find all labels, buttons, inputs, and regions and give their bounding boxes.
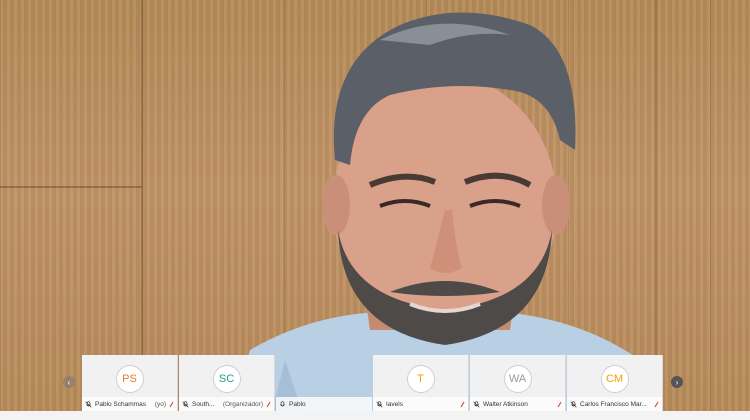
participant-name: Pablo — [289, 400, 306, 408]
participant-role: (yo) — [154, 400, 166, 408]
signal-icon — [266, 401, 271, 407]
mic-muted-icon — [85, 400, 92, 408]
participant-nameplate: Walter Atkinson — [470, 397, 565, 411]
avatar: SC — [212, 365, 241, 393]
participant-name: Walter Atkinson — [483, 400, 528, 408]
participant-nameplate: Pablo Schammas (yo) — [82, 397, 177, 411]
participant-tile[interactable]: T Iavels — [373, 355, 469, 411]
participant-name: Pablo Schammas — [95, 400, 146, 408]
previous-page-button[interactable]: ‹ — [63, 376, 75, 388]
signal-icon — [460, 401, 465, 407]
participant-tile[interactable]: WA Walter Atkinson — [470, 355, 566, 411]
avatar: CM — [600, 365, 629, 393]
avatar: WA — [503, 365, 532, 393]
participant-nameplate: Pablo — [276, 397, 372, 411]
mic-muted-icon — [570, 400, 577, 408]
participant-name: South... — [192, 400, 215, 408]
signal-icon — [557, 401, 562, 407]
participant-name: Carlos Francisco Mar... — [580, 400, 647, 408]
participant-tile[interactable]: PS Pablo Schammas (yo) — [82, 355, 178, 411]
mic-muted-icon — [376, 400, 383, 408]
mic-muted-icon — [473, 400, 480, 408]
plank-seam — [0, 186, 142, 188]
participant-tile[interactable]: CM Carlos Francisco Mar... — [567, 355, 663, 411]
participant-role: (Organizador) — [222, 400, 263, 408]
participant-tile-video[interactable]: Pablo — [276, 355, 372, 411]
participant-tile[interactable]: SC South... (Organizador) — [179, 355, 275, 411]
bottom-bar — [0, 411, 750, 420]
mic-muted-icon — [182, 400, 189, 408]
participant-strip: PS Pablo Schammas (yo) SC South... (Orga… — [82, 355, 664, 411]
participant-nameplate: Carlos Francisco Mar... — [567, 397, 662, 411]
signal-icon — [169, 401, 174, 407]
avatar: T — [406, 365, 435, 393]
participant-nameplate: Iavels — [373, 397, 468, 411]
next-page-button[interactable]: › — [671, 376, 683, 388]
mic-icon — [280, 400, 285, 406]
signal-icon — [654, 401, 659, 407]
avatar: PS — [115, 365, 144, 393]
participant-name: Iavels — [386, 400, 403, 408]
participant-nameplate: South... (Organizador) — [179, 397, 274, 411]
